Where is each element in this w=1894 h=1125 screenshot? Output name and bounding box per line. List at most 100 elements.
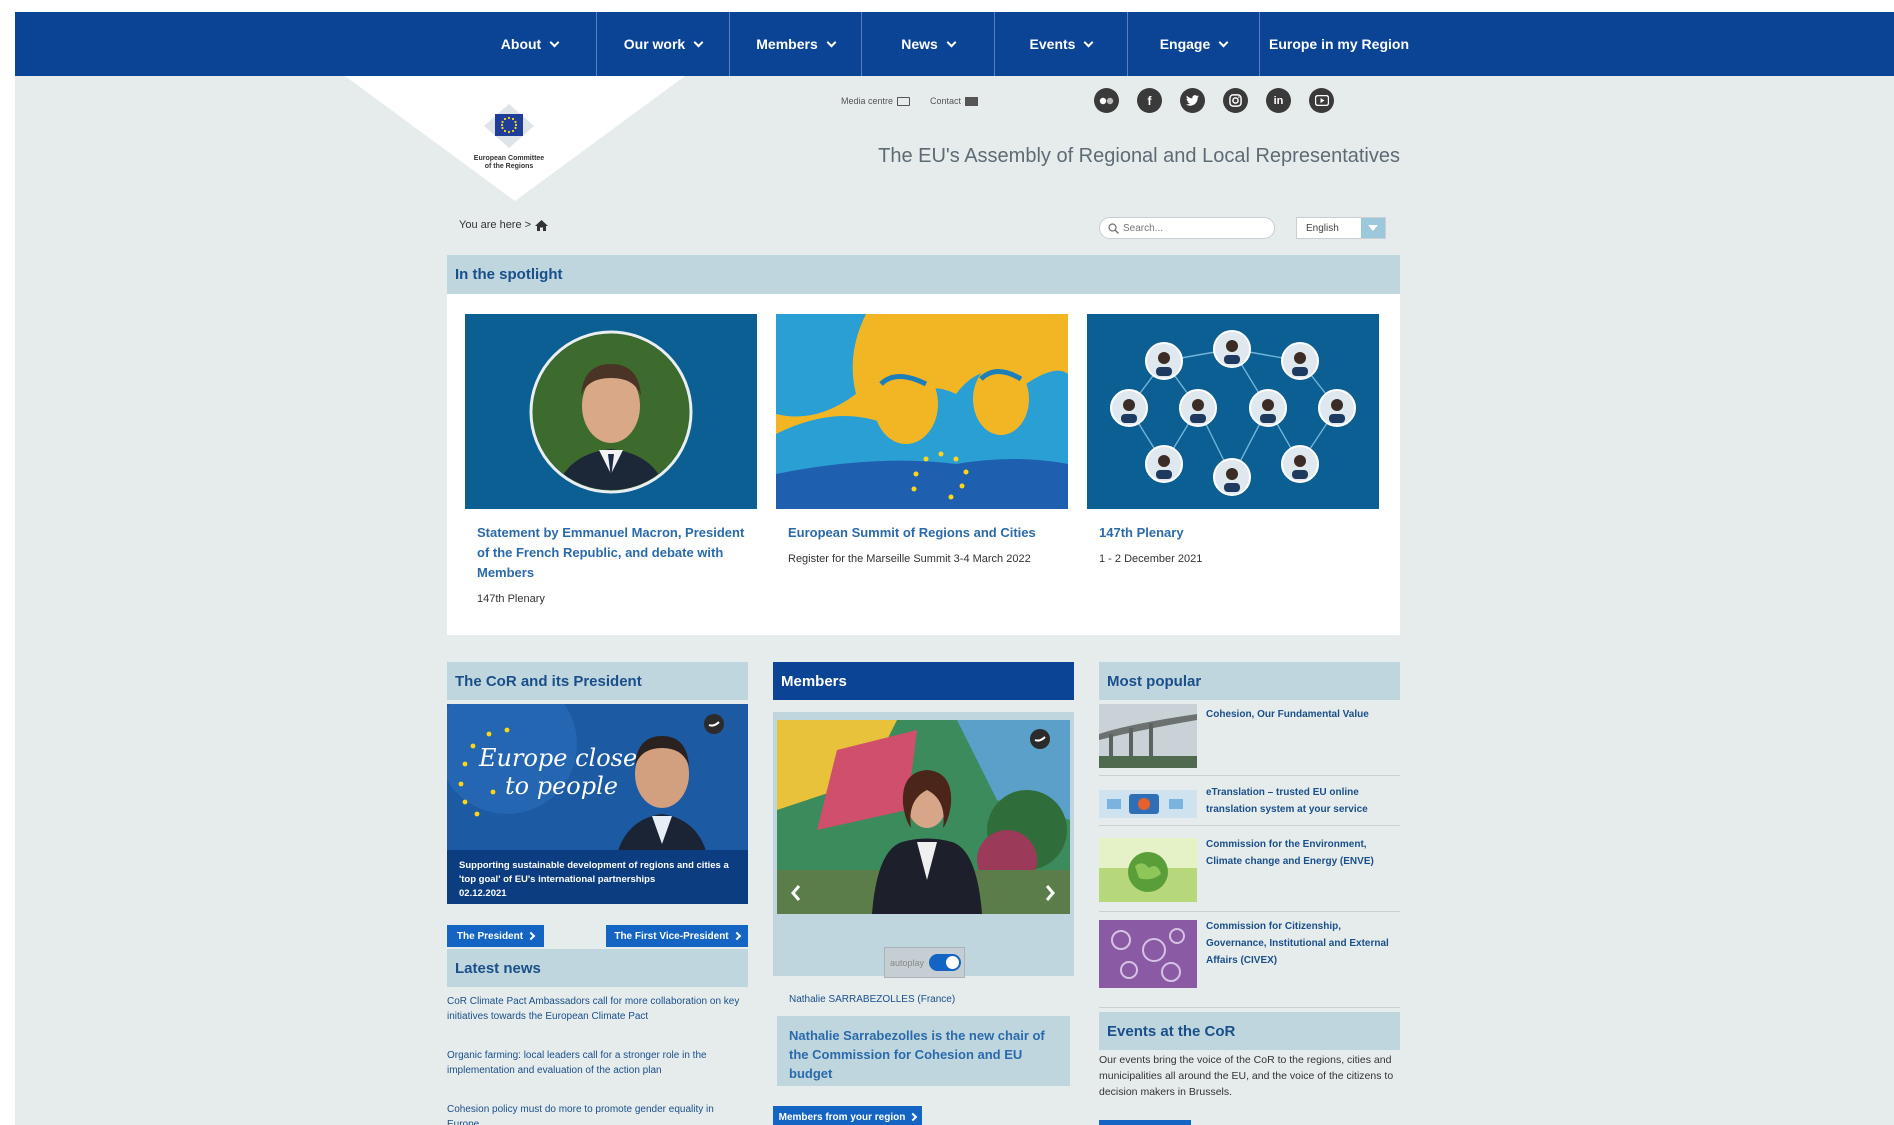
chevron-down-icon bbox=[1218, 37, 1229, 47]
vice-president-button-label: The First Vice-President bbox=[614, 930, 729, 942]
first-vice-president-button[interactable]: The First Vice-President bbox=[606, 925, 748, 947]
popular-item-title[interactable]: Commission for Citizenship, Governance, … bbox=[1206, 918, 1396, 969]
home-icon[interactable] bbox=[535, 219, 549, 231]
chevron-right-icon bbox=[909, 1112, 918, 1122]
card-title[interactable]: Statement by Emmanuel Macron, President … bbox=[477, 523, 745, 583]
top-navigation: About Our work Members News Events Engag… bbox=[15, 12, 1894, 76]
civex-thumbnail bbox=[1099, 920, 1197, 988]
media-centre-link[interactable]: Media centre bbox=[841, 96, 911, 106]
summit-image[interactable] bbox=[776, 314, 1068, 509]
cor-caption[interactable]: Supporting sustainable development of re… bbox=[447, 850, 748, 904]
nav-label: News bbox=[901, 36, 938, 52]
nav-news[interactable]: News bbox=[862, 12, 995, 76]
environment-thumbnail bbox=[1099, 838, 1197, 902]
member-name: Nathalie SARRABEZOLLES (France) bbox=[789, 994, 956, 1005]
page-background: About Our work Members News Events Engag… bbox=[15, 12, 1894, 1125]
media-icon bbox=[897, 96, 911, 106]
chevron-down-icon bbox=[549, 37, 560, 47]
nav-label: Engage bbox=[1159, 36, 1211, 52]
language-value: English bbox=[1306, 222, 1339, 234]
nav-label: Members bbox=[756, 36, 818, 52]
popular-item-title[interactable]: Commission for the Environment, Climate … bbox=[1206, 836, 1396, 870]
autoplay-label: autoplay bbox=[890, 957, 925, 968]
nav-europe-in-my-region[interactable]: Europe in my Region bbox=[1260, 12, 1418, 76]
spotlight-card[interactable]: 147th Plenary 1 - 2 December 2021 bbox=[1087, 314, 1379, 565]
card-subtitle: 147th Plenary bbox=[477, 593, 545, 605]
search-icon[interactable] bbox=[1108, 222, 1119, 234]
most-popular-heading: Most popular bbox=[1099, 662, 1400, 700]
chevron-right-icon bbox=[732, 931, 741, 941]
social-links: f in bbox=[1094, 88, 1334, 113]
popular-item-title[interactable]: Cohesion, Our Fundamental Value bbox=[1206, 706, 1396, 723]
cor-script-line1: Europe closer bbox=[478, 744, 650, 772]
news-item[interactable]: Organic farming: local leaders call for … bbox=[447, 1048, 748, 1078]
nav-events[interactable]: Events bbox=[995, 12, 1128, 76]
nav-about[interactable]: About bbox=[463, 12, 597, 76]
macron-portrait-image[interactable] bbox=[465, 314, 757, 509]
chevron-right-icon bbox=[526, 931, 536, 941]
popular-item[interactable]: eTranslation – trusted EU online transla… bbox=[1099, 782, 1400, 826]
twitter-icon[interactable] bbox=[1180, 88, 1205, 113]
latest-news-heading: Latest news bbox=[447, 949, 748, 987]
events-description: Our events bring the voice of the CoR to… bbox=[1099, 1054, 1394, 1098]
news-item[interactable]: Cohesion policy must do more to promote … bbox=[447, 1102, 748, 1125]
facebook-icon[interactable]: f bbox=[1137, 88, 1162, 113]
nav-members[interactable]: Members bbox=[730, 12, 862, 76]
youtube-icon[interactable] bbox=[1309, 88, 1334, 113]
nav-our-work[interactable]: Our work bbox=[597, 12, 730, 76]
spotlight-card[interactable]: European Summit of Regions and Cities Re… bbox=[776, 314, 1068, 565]
contact-link[interactable]: Contact bbox=[930, 96, 979, 106]
chevron-down-icon bbox=[693, 37, 704, 47]
etranslation-thumbnail bbox=[1099, 790, 1197, 818]
breadcrumb: You are here > bbox=[459, 219, 549, 231]
popular-item[interactable]: Cohesion, Our Fundamental Value bbox=[1099, 704, 1400, 776]
cor-caption-text: Supporting sustainable development of re… bbox=[459, 860, 729, 885]
toggle-switch[interactable] bbox=[929, 954, 962, 971]
search-input[interactable] bbox=[1123, 222, 1263, 234]
cor-caption-date: 02.12.2021 bbox=[459, 888, 507, 899]
popular-item[interactable]: Commission for Citizenship, Governance, … bbox=[1099, 916, 1400, 1008]
bridge-thumbnail bbox=[1099, 704, 1197, 768]
plenary-network-image[interactable] bbox=[1087, 314, 1379, 509]
president-button[interactable]: The President bbox=[447, 925, 544, 947]
spotlight-heading: In the spotlight bbox=[447, 255, 1400, 294]
chevron-down-icon[interactable] bbox=[1361, 218, 1385, 238]
instagram-icon[interactable] bbox=[1223, 88, 1248, 113]
nav-label: Events bbox=[1029, 36, 1076, 52]
members-from-region-button[interactable]: Members from your region bbox=[773, 1106, 922, 1125]
nav-label: About bbox=[500, 36, 542, 52]
popular-item[interactable]: Commission for the Environment, Climate … bbox=[1099, 834, 1400, 912]
mail-icon bbox=[965, 96, 979, 106]
nav-engage[interactable]: Engage bbox=[1128, 12, 1260, 76]
flickr-icon[interactable] bbox=[1094, 88, 1119, 113]
members-carousel: autoplay Nathalie SARRABEZOLLES (France)… bbox=[773, 712, 1074, 1090]
chevron-down-icon bbox=[946, 37, 957, 47]
autoplay-toggle[interactable]: autoplay bbox=[884, 947, 965, 978]
events-heading: Events at the CoR bbox=[1099, 1012, 1400, 1050]
card-title[interactable]: 147th Plenary bbox=[1099, 523, 1367, 543]
card-subtitle: 1 - 2 December 2021 bbox=[1099, 553, 1203, 565]
media-centre-label: Media centre bbox=[841, 96, 894, 106]
linkedin-icon[interactable]: in bbox=[1266, 88, 1291, 113]
cor-president-heading: The CoR and its President bbox=[447, 662, 748, 700]
card-title[interactable]: European Summit of Regions and Cities bbox=[788, 523, 1056, 543]
chevron-down-icon bbox=[1084, 37, 1094, 47]
member-story-title[interactable]: Nathalie Sarrabezolles is the new chair … bbox=[777, 1016, 1070, 1086]
president-button-label: The President bbox=[456, 930, 524, 942]
language-select[interactable]: English bbox=[1296, 217, 1386, 239]
members-button-label: Members from your region bbox=[778, 1111, 906, 1123]
chevron-down-icon bbox=[826, 37, 837, 47]
member-photo[interactable] bbox=[777, 720, 1070, 914]
breadcrumb-label: You are here > bbox=[459, 219, 532, 231]
nav-label: Our work bbox=[623, 36, 686, 52]
popular-item-title[interactable]: eTranslation – trusted EU online transla… bbox=[1206, 784, 1396, 818]
spotlight-card[interactable]: Statement by Emmanuel Macron, President … bbox=[465, 314, 757, 605]
news-item[interactable]: CoR Climate Pact Ambassadors call for mo… bbox=[447, 994, 748, 1024]
nav-label: Europe in my Region bbox=[1268, 36, 1409, 52]
events-button[interactable] bbox=[1099, 1120, 1191, 1125]
utility-links: Media centre Contact bbox=[841, 96, 979, 106]
spotlight-panel: Statement by Emmanuel Macron, President … bbox=[447, 294, 1400, 635]
cor-script-line2: to people bbox=[505, 772, 618, 800]
card-subtitle: Register for the Marseille Summit 3-4 Ma… bbox=[788, 553, 1031, 565]
contact-label: Contact bbox=[930, 96, 962, 106]
